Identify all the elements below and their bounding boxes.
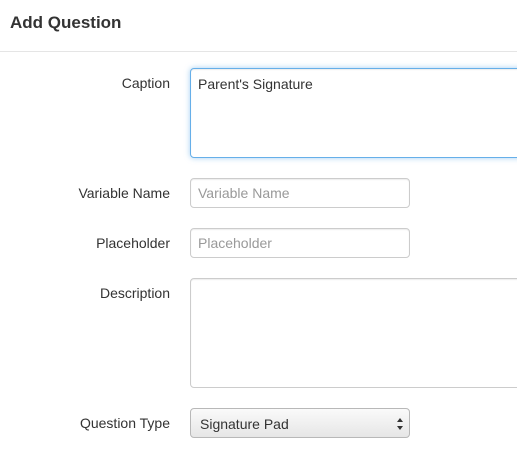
modal-title: Add Question [10,13,122,32]
caption-label: Caption [121,75,170,91]
variable-name-input[interactable] [190,178,410,208]
modal-header: Add Question [0,0,517,52]
placeholder-input[interactable] [190,228,410,258]
description-field[interactable] [190,278,517,388]
question-type-label: Question Type [79,415,170,431]
placeholder-label: Placeholder [96,235,170,251]
variable-name-label: Variable Name [78,185,170,201]
add-question-dialog: Add Question Caption Parent's Signature … [0,0,517,449]
question-type-value: Signature Pad [200,416,289,432]
question-type-select[interactable]: Signature Pad [190,408,410,438]
up-down-chevron-icon [397,418,403,430]
caption-field[interactable]: Parent's Signature [190,68,517,158]
description-label: Description [99,285,170,301]
